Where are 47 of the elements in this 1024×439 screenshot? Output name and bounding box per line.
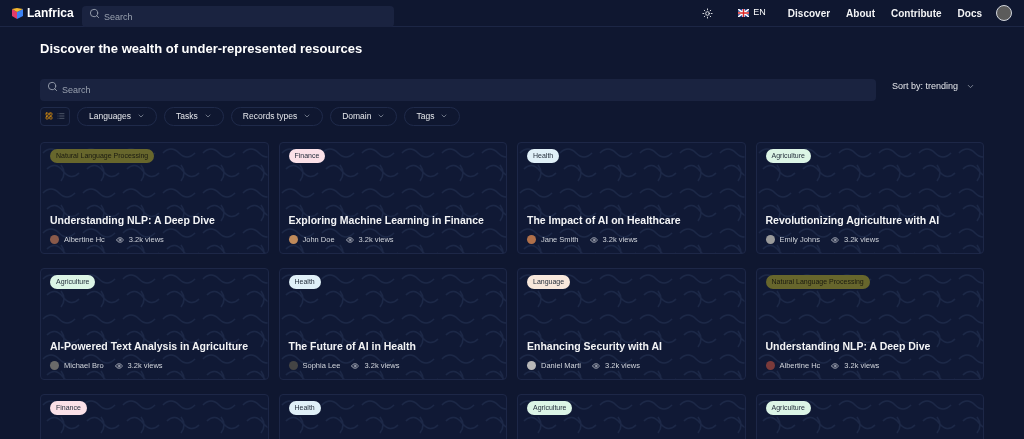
avatar-icon <box>765 235 775 245</box>
card-title: Understanding NLP: A Deep Dive <box>50 212 216 228</box>
eye-icon <box>592 361 600 370</box>
card-title: Enhancing Security with AI <box>527 338 663 354</box>
nav-link[interactable]: Discover <box>787 5 831 21</box>
nav-link[interactable]: Docs <box>957 5 982 21</box>
avatar-icon <box>288 235 298 245</box>
avatar-icon <box>527 235 536 245</box>
logo-icon <box>12 7 23 19</box>
avatar-icon <box>50 235 59 245</box>
avatar-icon <box>527 361 536 371</box>
eye-icon <box>345 235 354 244</box>
card-title: The Future of AI in Health <box>288 338 417 354</box>
sort-dropdown[interactable]: Sort by: trending <box>892 79 984 94</box>
card-title: Exploring Machine Learning in Finance <box>288 212 485 228</box>
nav-link[interactable]: Contribute <box>891 5 942 21</box>
eye-icon <box>114 361 123 370</box>
logo-text: Lanfrica <box>27 5 74 22</box>
card-title: The Impact of AI on Healthcare <box>527 212 682 228</box>
chevron-icon <box>303 112 312 120</box>
chevron-icon <box>203 112 212 120</box>
search-field[interactable]: Search <box>40 78 876 101</box>
avatar-icon[interactable] <box>996 5 1012 21</box>
eye-icon <box>831 361 840 370</box>
avatar-icon <box>288 361 298 371</box>
eye-icon <box>115 235 124 244</box>
chevron-icon <box>966 82 976 91</box>
avatar-icon <box>50 361 59 371</box>
eye-icon <box>589 235 598 244</box>
avatar-icon <box>765 361 775 371</box>
chevron-icon <box>440 112 449 120</box>
card-title: Revolutionizing Agriculture with AI <box>765 212 941 228</box>
grid-view-icon[interactable] <box>45 112 53 120</box>
chevron-icon <box>377 112 386 120</box>
chevron-icon <box>137 112 146 120</box>
page-heading: Discover the wealth of under-represented resources <box>40 40 364 58</box>
card-title: AI-Powered Text Analysis in Agriculture <box>50 338 249 354</box>
eye-icon <box>351 361 360 370</box>
language-button[interactable]: EN <box>738 6 766 20</box>
nav-link[interactable]: About <box>846 5 875 21</box>
card-title: Understanding NLP: A Deep Dive <box>765 338 932 354</box>
search-field[interactable]: Search <box>82 6 394 27</box>
search-icon <box>89 7 100 19</box>
eye-icon <box>830 235 839 244</box>
flag-icon <box>738 9 750 17</box>
theme-toggle-icon[interactable] <box>702 7 714 19</box>
search-icon <box>47 81 58 92</box>
